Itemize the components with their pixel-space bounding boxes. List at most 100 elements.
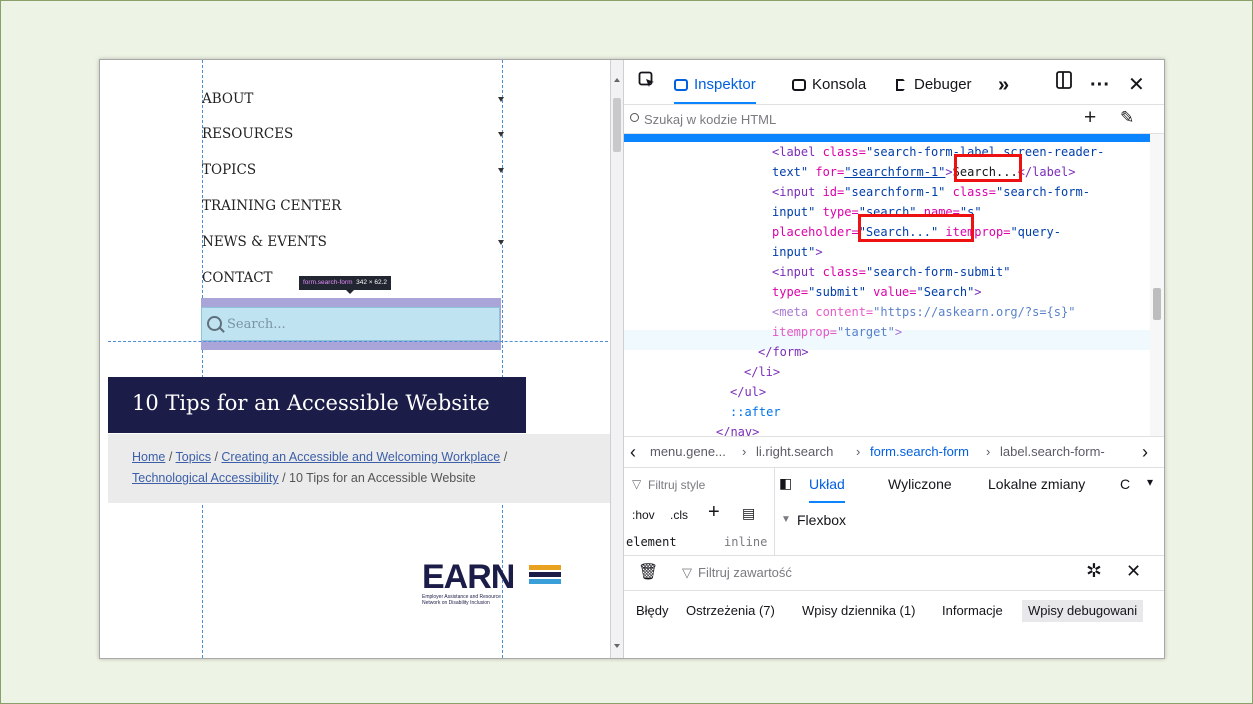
code-attr: id= [815, 185, 845, 199]
page-scrollbar[interactable] [610, 60, 624, 658]
debugger-icon [896, 79, 908, 91]
console-filter-input[interactable]: Filtruj zawartość [698, 565, 792, 580]
chevron-left-icon[interactable]: ‹ [630, 437, 636, 467]
nav-topics[interactable]: TOPICS [202, 162, 256, 178]
menu-dots-icon[interactable]: ··· [1090, 68, 1110, 102]
element-rule-selector[interactable]: element [626, 535, 677, 549]
code-line[interactable]: itemprop="target"> [772, 322, 902, 342]
nav-training-center[interactable]: TRAINING CENTER [202, 198, 341, 214]
code-line[interactable]: <label class="search-form-label screen-r… [772, 142, 1104, 162]
settings-gear-icon[interactable]: ✲ [1086, 560, 1102, 583]
chevron-down-icon[interactable] [498, 97, 504, 102]
tab-inspector-label: Inspektor [694, 76, 756, 93]
filter-info[interactable]: Informacje [942, 600, 1003, 622]
close-icon[interactable]: ✕ [1128, 68, 1145, 102]
breadcrumb-section-link[interactable]: Creating an Accessible and Welcoming Wor… [221, 450, 500, 464]
close-icon[interactable]: ✕ [1126, 561, 1141, 582]
sidebar-toggle-icon[interactable]: ◧ [779, 475, 792, 492]
code-link[interactable]: "searchform-1" [844, 165, 945, 179]
code-line[interactable]: </nav> [716, 422, 759, 436]
chevron-down-icon[interactable] [498, 168, 504, 173]
scroll-up-icon[interactable] [614, 78, 620, 82]
expand-icon[interactable]: ▼ [781, 514, 791, 525]
tab-console[interactable]: Konsola [792, 68, 866, 102]
flexbox-section-title[interactable]: Flexbox [797, 512, 846, 528]
inspector-icon [674, 79, 688, 91]
nav-about[interactable]: ABOUT [202, 91, 253, 107]
eyedropper-icon[interactable]: ✎ [1120, 108, 1134, 128]
code-tag: <label [772, 145, 816, 159]
tab-debugger[interactable]: Debuger [896, 68, 972, 102]
filter-logs[interactable]: Wpisy dziennika (1) [802, 600, 915, 622]
chevron-right-icon: › [986, 444, 991, 459]
chevron-down-icon[interactable] [498, 132, 504, 137]
code-attr: for= [808, 165, 845, 179]
tab-overflow[interactable]: C [1120, 467, 1130, 501]
add-node-icon[interactable]: + [1084, 106, 1096, 130]
dock-toggle-icon[interactable] [1056, 68, 1072, 102]
cls-toggle[interactable]: .cls [670, 508, 688, 522]
element-picker-icon[interactable] [638, 68, 656, 102]
markup-scrollbar[interactable] [1150, 134, 1164, 436]
filter-warnings[interactable]: Ostrzeżenia (7) [686, 600, 775, 622]
selected-node-row[interactable] [624, 134, 1150, 142]
code-line[interactable]: text" for="searchform-1">Search...</labe… [772, 162, 1075, 182]
chevron-right-icon[interactable]: › [1142, 437, 1148, 467]
add-rule-icon[interactable]: + [708, 501, 720, 524]
website-viewport: ABOUT RESOURCES TOPICS TRAINING CENTER N… [100, 60, 610, 658]
code-tag: > [945, 165, 953, 179]
crumb-item[interactable]: li.right.search [756, 437, 833, 467]
chevron-down-icon[interactable] [498, 240, 504, 245]
tab-inspector[interactable]: Inspektor [674, 68, 756, 104]
html-search-bar[interactable]: Szukaj w kodzie HTML + ✎ [624, 105, 1164, 134]
page-title-banner: 10 Tips for an Accessible Website [108, 377, 526, 433]
html-search-input[interactable]: Szukaj w kodzie HTML [644, 112, 776, 127]
scroll-thumb[interactable] [613, 98, 621, 152]
crumb-item[interactable]: label.search-form- [1000, 437, 1105, 467]
search-placeholder: Search... [227, 317, 286, 332]
more-tabs-icon[interactable]: » [998, 68, 1009, 102]
tab-computed[interactable]: Wyliczone [888, 467, 952, 501]
code-line[interactable]: <input class="search-form-submit" [772, 262, 1010, 282]
tab-layout[interactable]: Układ [809, 467, 845, 503]
filter-styles-input[interactable]: Filtruj style [648, 478, 705, 492]
chevron-down-icon[interactable]: ▾ [1147, 475, 1153, 489]
hov-toggle[interactable]: :hov [632, 508, 655, 522]
crumb-item-current[interactable]: form.search-form [870, 437, 969, 467]
breadcrumb-separator: / [165, 450, 176, 464]
tab-changes[interactable]: Lokalne zmiany [988, 467, 1085, 501]
highlight-element-size: 342 × 62.2 [356, 279, 388, 286]
code-line[interactable]: </ul> [730, 382, 766, 402]
filter-errors[interactable]: Błędy [636, 600, 669, 622]
annotation-box-placeholder [858, 214, 974, 242]
scroll-thumb[interactable] [1153, 288, 1161, 320]
nav-news-events[interactable]: NEWS & EVENTS [202, 234, 327, 250]
search-input[interactable]: Search... [201, 307, 500, 341]
breadcrumb-sub-link[interactable]: Technological Accessibility [132, 471, 279, 485]
breadcrumb-topics-link[interactable]: Topics [176, 450, 211, 464]
breadcrumb-home-link[interactable]: Home [132, 450, 165, 464]
code-line[interactable]: type="submit" value="Search"> [772, 282, 982, 302]
code-tag: > [815, 245, 823, 259]
console-level-filters: Błędy Ostrzeżenia (7) Wpisy dziennika (1… [624, 590, 1164, 630]
crumb-item[interactable]: menu.gene... [650, 437, 726, 467]
filter-debug[interactable]: Wpisy debugowani [1022, 600, 1144, 622]
code-line[interactable]: </form> [758, 342, 809, 362]
trash-icon[interactable]: 🗑 [638, 562, 658, 582]
nav-resources[interactable]: RESOURCES [202, 126, 293, 142]
stylesheet-icon[interactable]: ▤ [742, 505, 755, 522]
breadcrumb-separator: / [500, 450, 508, 464]
nav-contact[interactable]: CONTACT [202, 270, 273, 286]
code-line[interactable]: <meta content="https://askearn.org/?s={s… [772, 302, 1075, 322]
code-value: "Search" [916, 285, 975, 299]
console-toolbar: 🗑 ▽ Filtruj zawartość ✲ ✕ [624, 555, 1164, 591]
code-line[interactable]: ::after [730, 402, 781, 422]
code-line[interactable]: </li> [744, 362, 780, 382]
code-value: "https://askearn.org/?s={s}" [873, 305, 1076, 319]
code-tag: <input [772, 265, 816, 279]
code-line[interactable]: input"> [772, 242, 823, 262]
search-icon [630, 113, 639, 122]
code-line[interactable]: <input id="searchform-1" class="search-f… [772, 182, 1090, 202]
code-attr: placeholder= [772, 225, 859, 239]
scroll-down-icon[interactable] [614, 644, 620, 648]
